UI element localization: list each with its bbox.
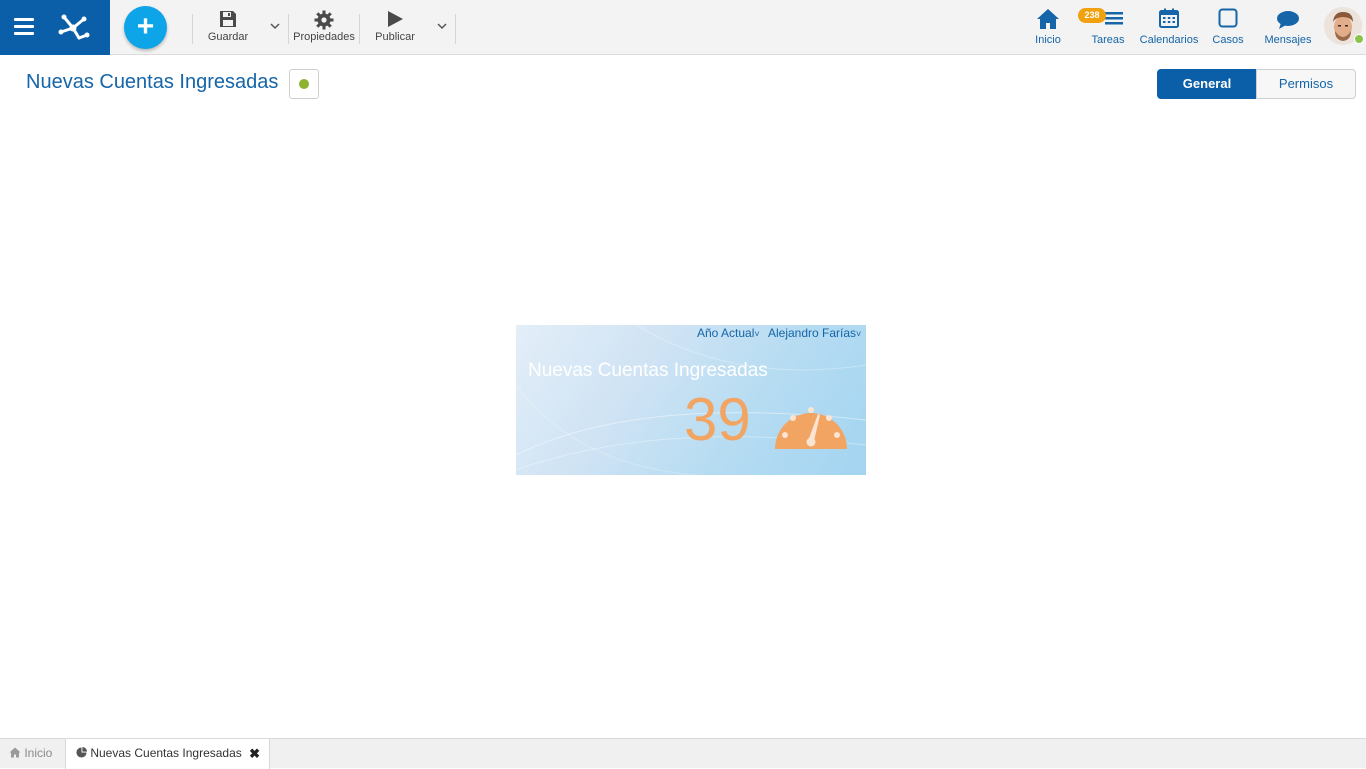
properties-label: Propiedades: [293, 31, 355, 43]
nav-home[interactable]: Inicio: [1030, 0, 1066, 55]
tab-general[interactable]: General: [1157, 69, 1257, 99]
publish-label: Publicar: [375, 31, 415, 43]
widget-value: 39: [684, 386, 751, 453]
page-title: Nuevas Cuentas Ingresadas: [26, 71, 279, 93]
toolbar-divider: [288, 14, 289, 44]
widget-title: Nuevas Cuentas Ingresadas: [528, 360, 768, 381]
period-filter-dropdown[interactable]: Año Actual˅: [697, 326, 760, 340]
gauge-icon: [775, 407, 847, 449]
publish-button[interactable]: Publicar: [368, 0, 422, 55]
save-icon: [220, 11, 236, 27]
toolbar-divider: [455, 14, 456, 44]
top-toolbar: + Guardar Propiedades Publicar Inicio Ta…: [0, 0, 1366, 55]
tasks-list-icon: [1105, 12, 1123, 25]
home-icon: [1037, 9, 1059, 29]
close-tab-icon[interactable]: ✖: [249, 739, 260, 768]
save-button[interactable]: Guardar: [200, 0, 256, 55]
bottom-tab-home-label: Inicio: [24, 746, 53, 760]
chat-bubble-icon: [1277, 11, 1299, 29]
properties-button[interactable]: Propiedades: [290, 0, 358, 55]
add-button[interactable]: +: [124, 6, 167, 49]
app-logo-icon[interactable]: [54, 8, 92, 46]
toolbar-divider: [359, 14, 360, 44]
publish-options-chevron-down-icon[interactable]: [435, 18, 449, 34]
period-filter-label: Año Actual: [697, 326, 755, 340]
pie-chart-icon: [76, 747, 87, 758]
hamburger-menu-icon[interactable]: [14, 18, 34, 36]
home-icon: [9, 747, 21, 758]
kpi-widget: Año Actual˅ Alejandro Farías˅ Nuevas Cue…: [516, 325, 866, 475]
calendar-icon: [1159, 8, 1179, 28]
nav-home-label: Inicio: [1035, 34, 1061, 46]
nav-calendars-label: Calendarios: [1139, 34, 1199, 46]
menu-block: [0, 0, 110, 55]
online-status-dot: [1354, 34, 1364, 44]
nav-cases[interactable]: Casos: [1210, 0, 1246, 55]
nav-messages[interactable]: Mensajes: [1262, 0, 1314, 55]
bottom-tab-bar: Inicio Nuevas Cuentas Ingresadas ✖: [0, 738, 1366, 769]
status-button[interactable]: [289, 69, 319, 99]
bottom-tab-active[interactable]: Nuevas Cuentas Ingresadas ✖: [65, 739, 270, 769]
save-options-chevron-down-icon[interactable]: [268, 18, 282, 34]
bottom-tab-home[interactable]: Inicio: [9, 739, 52, 769]
save-label: Guardar: [207, 31, 249, 43]
status-indicator-dot: [299, 79, 309, 89]
tab-permissions[interactable]: Permisos: [1256, 69, 1356, 99]
play-icon: [388, 11, 403, 27]
nav-tasks-label: Tareas: [1091, 34, 1125, 46]
user-filter-label: Alejandro Farías: [768, 326, 857, 340]
bottom-tab-active-label: Nuevas Cuentas Ingresadas: [90, 746, 242, 760]
toolbar-divider: [192, 14, 193, 44]
tasks-count-badge: 238: [1078, 8, 1106, 23]
chevron-down-icon: ˅: [856, 329, 862, 339]
user-filter-dropdown[interactable]: Alejandro Farías˅: [768, 326, 861, 340]
nav-calendars[interactable]: Calendarios: [1138, 0, 1200, 55]
nav-cases-label: Casos: [1212, 34, 1244, 46]
nav-messages-label: Mensajes: [1264, 34, 1312, 46]
cases-icon: [1218, 8, 1238, 28]
gear-icon: [314, 10, 334, 30]
chevron-down-icon: ˅: [754, 329, 760, 339]
